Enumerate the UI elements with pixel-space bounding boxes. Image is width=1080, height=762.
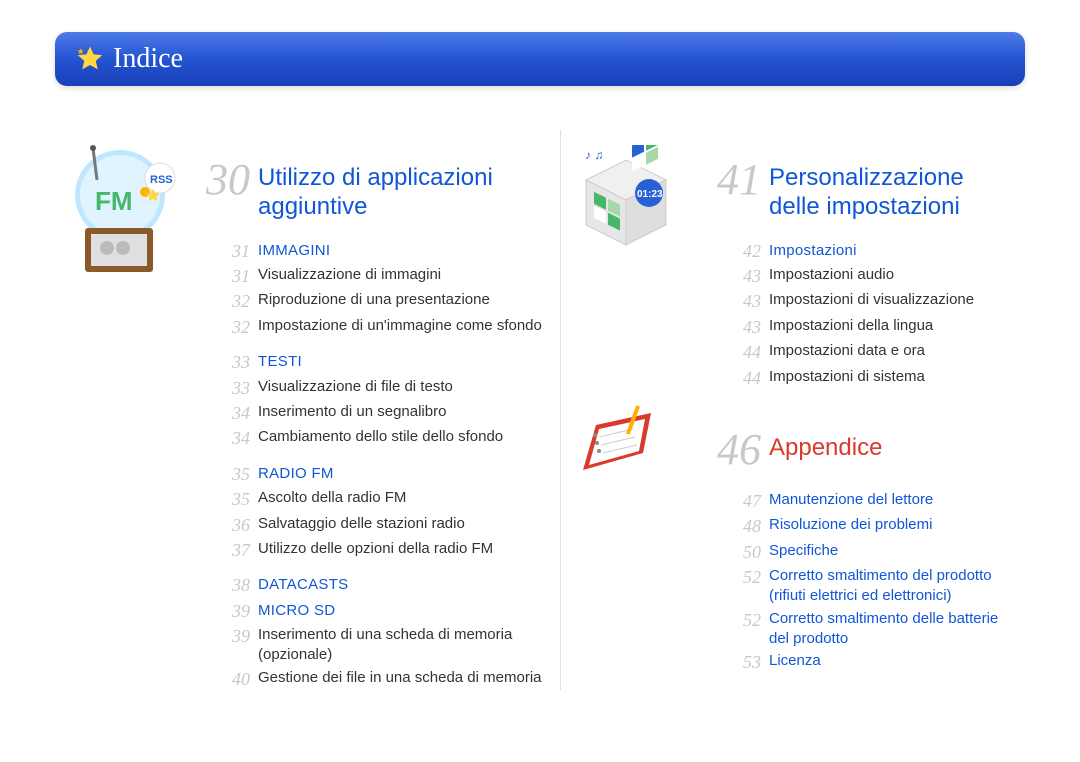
left-column: 30 Utilizzo di applicazioni aggiuntive 3… [200, 110, 560, 693]
toc-item[interactable]: 43Impostazioni della lingua [711, 316, 1021, 339]
right-illustration-col: ♪ ♫ 01:23 [561, 110, 711, 693]
toc-item[interactable]: 33Visualizzazione di file di testo [200, 377, 560, 400]
toc-item[interactable]: 32Impostazione di un'immagine come sfond… [200, 316, 560, 339]
toc-item[interactable]: 52Corretto smaltimento delle batterie de… [711, 609, 1021, 650]
toc-item[interactable]: 36Salvataggio delle stazioni radio [200, 514, 560, 537]
toc-item[interactable]: 50Specifiche [711, 541, 1021, 564]
section-title: Utilizzo di applicazioni aggiuntive [258, 158, 560, 222]
section-number: 30 [200, 158, 258, 202]
toc-category[interactable]: 39 MICRO SD [200, 600, 560, 623]
toc-item[interactable]: 34Inserimento di un segnalibro [200, 402, 560, 425]
section-head-settings[interactable]: 41 Personalizzazione delle impostazioni [711, 158, 1021, 222]
toc-item[interactable]: 44Impostazioni data e ora [711, 341, 1021, 364]
notebook-icon [571, 395, 666, 490]
fm-radio-icon: FM RSS [65, 140, 185, 280]
star-icon [75, 44, 105, 74]
left-illustration-col: FM RSS [55, 110, 200, 693]
toc-item[interactable]: 39Inserimento di una scheda di memoria (… [200, 625, 560, 666]
toc-item[interactable]: 53Licenza [711, 651, 1021, 674]
section-title: Appendice [769, 428, 882, 463]
svg-text:FM: FM [95, 186, 133, 216]
rubiks-cube-icon: ♪ ♫ 01:23 [571, 145, 681, 255]
svg-text:01:23: 01:23 [637, 189, 663, 200]
toc-category[interactable]: 42 Impostazioni [711, 240, 1021, 263]
toc-category[interactable]: 38 DATACASTS [200, 574, 560, 597]
svg-text:♪ ♫: ♪ ♫ [585, 148, 603, 162]
section-title: Personalizzazione delle impostazioni [769, 158, 1021, 222]
header-bar: Indice [55, 32, 1025, 86]
toc-item[interactable]: 35Ascolto della radio FM [200, 488, 560, 511]
section-number: 41 [711, 158, 769, 202]
toc-item[interactable]: 40Gestione dei file in una scheda di mem… [200, 668, 560, 691]
page-number: 31 [200, 240, 258, 263]
toc-item[interactable]: 43Impostazioni audio [711, 265, 1021, 288]
category-label: IMMAGINI [258, 240, 330, 263]
section-head-apps[interactable]: 30 Utilizzo di applicazioni aggiuntive [200, 158, 560, 222]
section-number: 46 [711, 428, 769, 472]
right-column: 41 Personalizzazione delle impostazioni … [711, 110, 1021, 693]
toc-item[interactable]: 44Impostazioni di sistema [711, 367, 1021, 390]
content-area: FM RSS 30 Utilizzo di applicazioni aggiu… [55, 110, 1025, 693]
toc-item[interactable]: 43Impostazioni di visualizzazione [711, 290, 1021, 313]
toc-item[interactable]: 32Riproduzione di una presentazione [200, 290, 560, 313]
section-head-appendix[interactable]: 46 Appendice [711, 428, 1021, 472]
toc-category[interactable]: 35 RADIO FM [200, 463, 560, 486]
toc-category[interactable]: 31 IMMAGINI [200, 240, 560, 263]
toc-item[interactable]: 37Utilizzo delle opzioni della radio FM [200, 539, 560, 562]
toc-item[interactable]: 31Visualizzazione di immagini [200, 265, 560, 288]
toc-item[interactable]: 47Manutenzione del lettore [711, 490, 1021, 513]
toc-category[interactable]: 33 TESTI [200, 351, 560, 374]
toc-item[interactable]: 34Cambiamento dello stile dello sfondo [200, 427, 560, 450]
svg-text:RSS: RSS [150, 174, 173, 186]
toc-item[interactable]: 52Corretto smaltimento del prodotto (rif… [711, 566, 1021, 607]
toc-item[interactable]: 48Risoluzione dei problemi [711, 515, 1021, 538]
page-title: Indice [113, 43, 183, 75]
